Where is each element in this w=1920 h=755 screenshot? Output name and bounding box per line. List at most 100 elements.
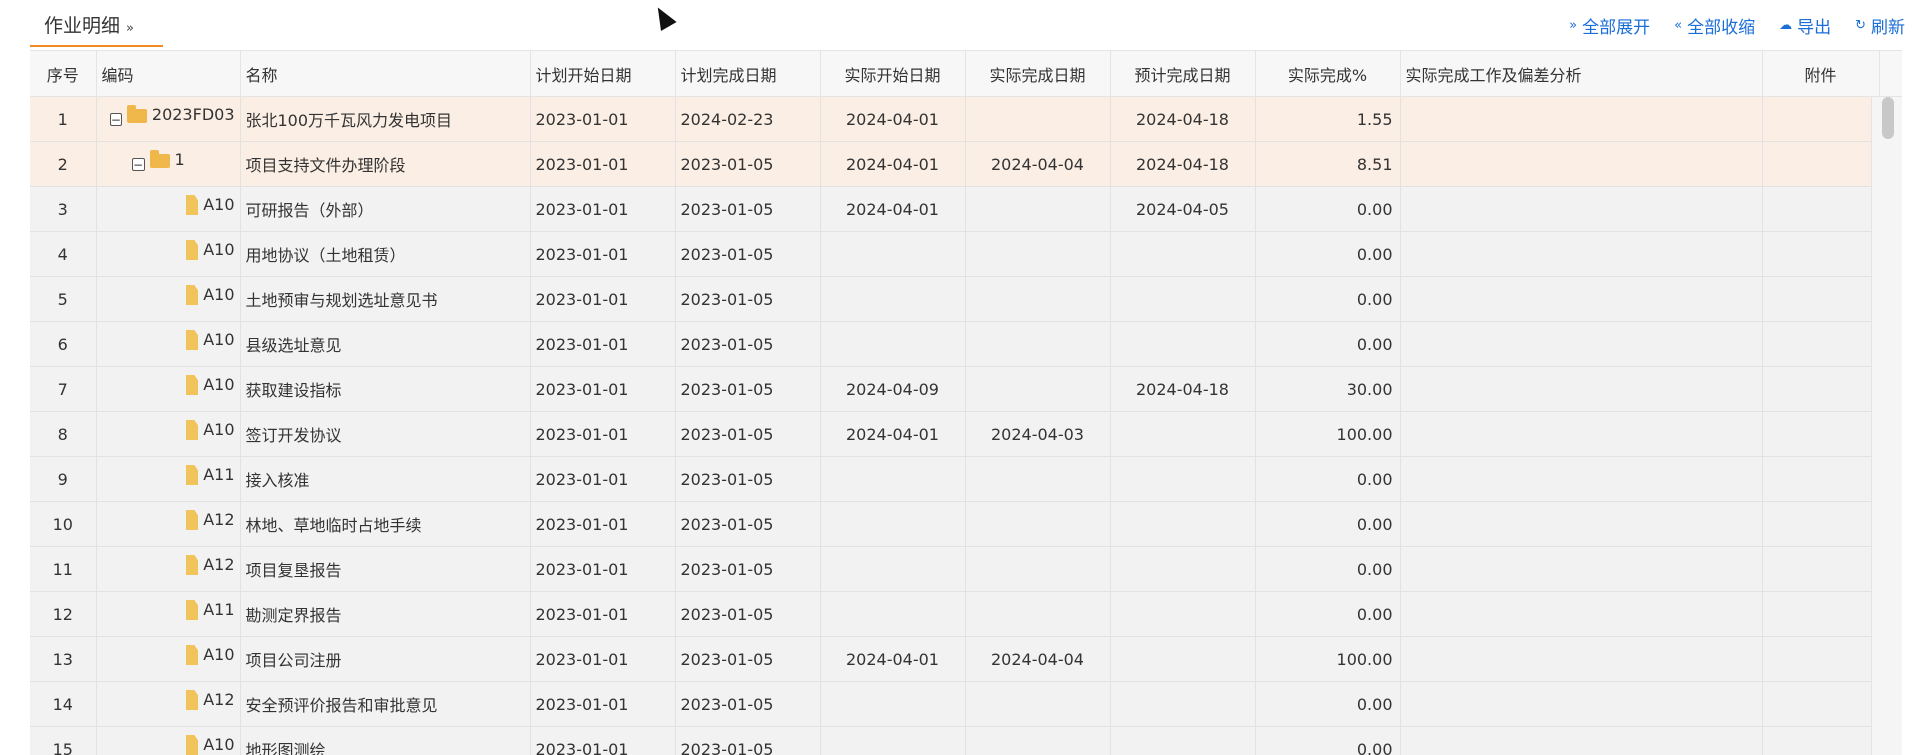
col-header-attachment[interactable]: 附件 (1762, 51, 1879, 97)
cell-plan-end: 2023-01-05 (675, 457, 820, 502)
cell-no: 7 (30, 367, 96, 412)
cell-actual-end (965, 187, 1110, 232)
collapse-toggle-icon[interactable]: − (132, 158, 145, 171)
cell-plan-end: 2023-01-05 (675, 187, 820, 232)
col-header-plan-start[interactable]: 计划开始日期 (530, 51, 675, 97)
action-bar: » 全部展开 « 全部收缩 ☁ 导出 ↻ 刷新 (1569, 13, 1905, 38)
cell-attachment (1762, 457, 1879, 502)
cell-actual-pct: 0.00 (1255, 502, 1400, 547)
expand-all-button[interactable]: » 全部展开 (1569, 13, 1650, 38)
cell-no: 13 (30, 637, 96, 682)
cell-actual-end: 2024-04-04 (965, 637, 1110, 682)
cell-no: 9 (30, 457, 96, 502)
scrollbar-thumb[interactable] (1882, 97, 1894, 139)
cell-expected-end (1110, 412, 1255, 457)
cell-plan-end: 2023-01-05 (675, 727, 820, 755)
code-text: A10 (203, 420, 234, 439)
table-row[interactable]: 15A10地形图测绘2023-01-012023-01-050.00 (30, 727, 1902, 755)
cell-actual-start (820, 592, 965, 637)
cell-analysis (1400, 592, 1762, 637)
table-row[interactable]: 12A11勘测定界报告2023-01-012023-01-050.00 (30, 592, 1902, 637)
col-header-analysis[interactable]: 实际完成工作及偏差分析 (1400, 51, 1762, 97)
table-row[interactable]: 1−2023FD03张北100万千瓦风力发电项目2023-01-012024-0… (30, 97, 1902, 142)
col-header-name[interactable]: 名称 (240, 51, 530, 97)
cell-plan-start: 2023-01-01 (530, 547, 675, 592)
cell-actual-pct: 0.00 (1255, 277, 1400, 322)
table-row[interactable]: 13A10项目公司注册2023-01-012023-01-052024-04-0… (30, 637, 1902, 682)
cell-plan-start: 2023-01-01 (530, 142, 675, 187)
cell-plan-start: 2023-01-01 (530, 232, 675, 277)
cell-code: A12 (96, 502, 240, 547)
cell-code: A10 (96, 412, 240, 457)
cell-actual-end: 2024-04-03 (965, 412, 1110, 457)
folder-open-icon (127, 109, 147, 123)
cell-name: 安全预评价报告和审批意见 (240, 682, 530, 727)
cell-actual-pct: 0.00 (1255, 232, 1400, 277)
cell-actual-start (820, 502, 965, 547)
cell-code: A10 (96, 367, 240, 412)
table-row[interactable]: 5A10土地预审与规划选址意见书2023-01-012023-01-050.00 (30, 277, 1902, 322)
cell-no: 14 (30, 682, 96, 727)
cell-attachment (1762, 637, 1879, 682)
cell-code: A10 (96, 727, 240, 755)
cell-expected-end (1110, 277, 1255, 322)
cell-plan-start: 2023-01-01 (530, 502, 675, 547)
collapse-all-button[interactable]: « 全部收缩 (1674, 13, 1755, 38)
cell-name: 林地、草地临时占地手续 (240, 502, 530, 547)
col-header-actual-pct[interactable]: 实际完成% (1255, 51, 1400, 97)
col-header-expected-end[interactable]: 预计完成日期 (1110, 51, 1255, 97)
cell-plan-end: 2023-01-05 (675, 412, 820, 457)
col-header-code[interactable]: 编码 (96, 51, 240, 97)
refresh-icon: ↻ (1855, 18, 1866, 33)
cell-no: 2 (30, 142, 96, 187)
cell-actual-pct: 0.00 (1255, 682, 1400, 727)
cell-no: 6 (30, 322, 96, 367)
cell-code: −2023FD03 (96, 97, 240, 142)
table-row[interactable]: 7A10获取建设指标2023-01-012023-01-052024-04-09… (30, 367, 1902, 412)
cell-attachment (1762, 322, 1879, 367)
cell-actual-start (820, 682, 965, 727)
col-header-no[interactable]: 序号 (30, 51, 96, 97)
cell-expected-end: 2024-04-18 (1110, 97, 1255, 142)
cell-expected-end (1110, 727, 1255, 755)
table-row[interactable]: 10A12林地、草地临时占地手续2023-01-012023-01-050.00 (30, 502, 1902, 547)
table-row[interactable]: 3A10可研报告（外部）2023-01-012023-01-052024-04-… (30, 187, 1902, 232)
cell-actual-start: 2024-04-09 (820, 367, 965, 412)
table-row[interactable]: 11A12项目复垦报告2023-01-012023-01-050.00 (30, 547, 1902, 592)
expand-all-label: 全部展开 (1582, 13, 1650, 38)
table-row[interactable]: 2−1项目支持文件办理阶段2023-01-012023-01-052024-04… (30, 142, 1902, 187)
table-row[interactable]: 4A10用地协议（土地租赁）2023-01-012023-01-050.00 (30, 232, 1902, 277)
cell-plan-start: 2023-01-01 (530, 322, 675, 367)
cell-expected-end: 2024-04-05 (1110, 187, 1255, 232)
cell-no: 12 (30, 592, 96, 637)
cell-plan-start: 2023-01-01 (530, 367, 675, 412)
cell-actual-end (965, 322, 1110, 367)
file-icon (186, 285, 199, 305)
cell-actual-end (965, 367, 1110, 412)
col-header-actual-start[interactable]: 实际开始日期 (820, 51, 965, 97)
cell-actual-pct: 100.00 (1255, 412, 1400, 457)
table-row[interactable]: 14A12安全预评价报告和审批意见2023-01-012023-01-050.0… (30, 682, 1902, 727)
col-header-actual-end[interactable]: 实际完成日期 (965, 51, 1110, 97)
col-header-spacer (1879, 51, 1902, 97)
file-icon (186, 510, 199, 530)
cell-no: 11 (30, 547, 96, 592)
table-row[interactable]: 8A10签订开发协议2023-01-012023-01-052024-04-01… (30, 412, 1902, 457)
cell-attachment (1762, 367, 1879, 412)
collapse-toggle-icon[interactable]: − (110, 113, 123, 126)
cell-code: A11 (96, 592, 240, 637)
cell-code: A10 (96, 637, 240, 682)
file-icon (186, 555, 199, 575)
cell-name: 土地预审与规划选址意见书 (240, 277, 530, 322)
refresh-button[interactable]: ↻ 刷新 (1855, 13, 1905, 38)
table-row[interactable]: 9A11接入核准2023-01-012023-01-050.00 (30, 457, 1902, 502)
cell-actual-pct: 1.55 (1255, 97, 1400, 142)
cell-analysis (1400, 727, 1762, 755)
cell-actual-start: 2024-04-01 (820, 412, 965, 457)
table-row[interactable]: 6A10县级选址意见2023-01-012023-01-050.00 (30, 322, 1902, 367)
table-body: 1−2023FD03张北100万千瓦风力发电项目2023-01-012024-0… (30, 97, 1902, 755)
export-button[interactable]: ☁ 导出 (1779, 13, 1831, 38)
cell-plan-end: 2023-01-05 (675, 637, 820, 682)
col-header-plan-end[interactable]: 计划完成日期 (675, 51, 820, 97)
vertical-scrollbar[interactable] (1871, 97, 1902, 755)
